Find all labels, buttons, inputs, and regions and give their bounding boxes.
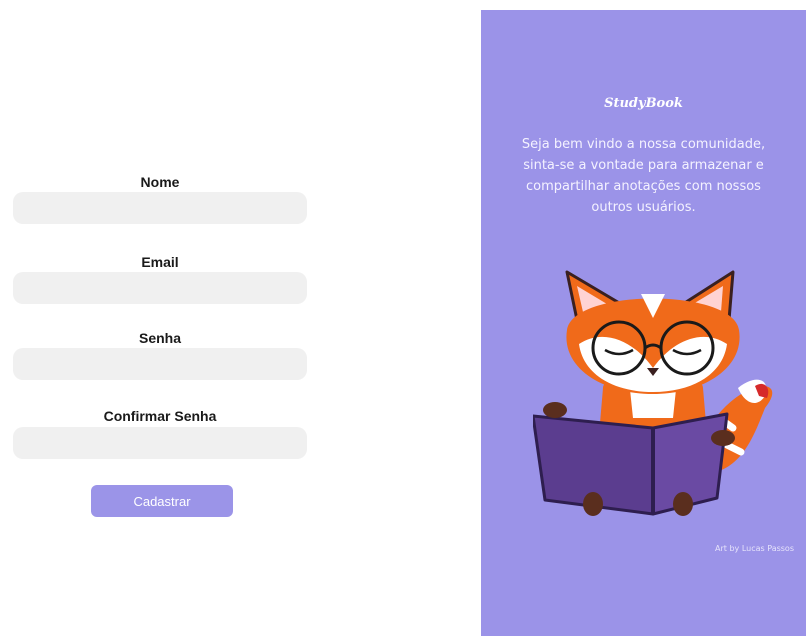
confirm-password-input[interactable] bbox=[13, 427, 307, 459]
confirm-password-label: Confirmar Senha bbox=[103, 408, 217, 424]
register-button[interactable]: Cadastrar bbox=[91, 485, 233, 517]
name-input[interactable] bbox=[13, 192, 307, 224]
welcome-panel: StudyBook Seja bem vindo a nossa comunid… bbox=[481, 10, 806, 636]
password-input[interactable] bbox=[13, 348, 307, 380]
email-label: Email bbox=[141, 254, 179, 270]
signup-form: Nome Email Senha Confirmar Senha Cadastr… bbox=[0, 0, 480, 636]
email-input[interactable] bbox=[13, 272, 307, 304]
welcome-text: Seja bem vindo a nossa comunidade, sinta… bbox=[521, 137, 766, 215]
password-label: Senha bbox=[138, 330, 181, 346]
fox-reading-illustration bbox=[533, 270, 773, 516]
art-credit: Art by Lucas Passos bbox=[715, 544, 794, 553]
book-icon bbox=[533, 412, 729, 516]
brand-logo: StudyBook bbox=[604, 96, 683, 111]
name-label: Nome bbox=[140, 174, 180, 190]
